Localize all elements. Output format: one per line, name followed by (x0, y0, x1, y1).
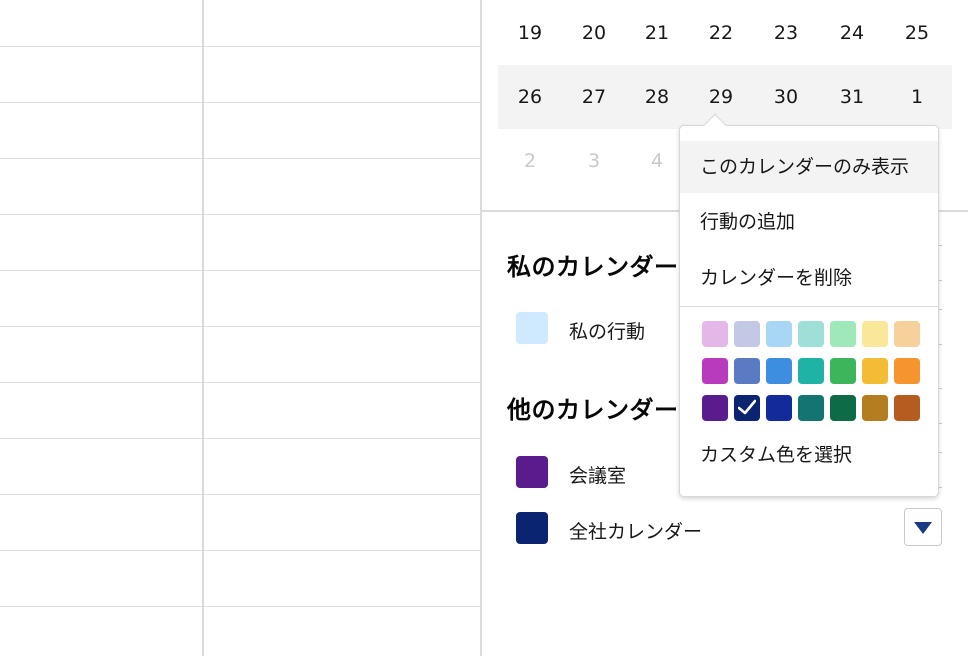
mini-calendar-week-selected: 26 27 28 29 30 31 1 (498, 65, 952, 129)
grid-row-line (0, 606, 482, 607)
grid-row-line (0, 270, 482, 271)
color-swatch[interactable] (862, 321, 888, 347)
calendar-grid[interactable] (0, 0, 482, 656)
calendar-item-label: 会議室 (569, 465, 627, 487)
grid-row-line (0, 46, 482, 47)
mini-calendar-day[interactable]: 22 (689, 1, 753, 65)
menu-item-delete-calendar[interactable]: カレンダーを削除 (680, 252, 938, 304)
menu-item-custom-color[interactable]: カスタム色を選択 (680, 429, 938, 481)
mini-calendar-day[interactable]: 30 (754, 65, 818, 129)
color-swatch[interactable] (862, 395, 888, 421)
calendar-options-dropdown-button[interactable] (904, 508, 942, 546)
color-swatch-selected[interactable] (734, 395, 760, 421)
menu-separator (680, 306, 938, 307)
chevron-down-icon (914, 522, 932, 534)
color-swatch[interactable] (734, 358, 760, 384)
mini-calendar-day[interactable]: 24 (820, 1, 884, 65)
calendar-color-swatch (516, 456, 548, 488)
color-swatch[interactable] (830, 395, 856, 421)
grid-row-line (0, 382, 482, 383)
other-calendars-title: 他のカレンダー (507, 396, 679, 424)
grid-row-line (0, 438, 482, 439)
grid-column-divider (202, 0, 204, 656)
color-swatch[interactable] (830, 321, 856, 347)
color-swatch[interactable] (702, 321, 728, 347)
mini-calendar-day[interactable]: 27 (562, 65, 626, 129)
color-swatch[interactable] (702, 395, 728, 421)
color-swatch[interactable] (798, 321, 824, 347)
color-swatch[interactable] (766, 358, 792, 384)
mini-calendar-day[interactable]: 23 (754, 1, 818, 65)
mini-calendar-day[interactable]: 19 (498, 1, 562, 65)
mini-calendar-day[interactable]: 1 (885, 65, 949, 129)
menu-item-show-only-this-calendar[interactable]: このカレンダーのみ表示 (680, 141, 938, 193)
my-calendars-title: 私のカレンダー (507, 253, 679, 281)
color-swatch[interactable] (894, 358, 920, 384)
mini-calendar-day[interactable]: 21 (625, 1, 689, 65)
color-swatch[interactable] (894, 395, 920, 421)
color-swatch[interactable] (862, 358, 888, 384)
mini-calendar-day[interactable]: 26 (498, 65, 562, 129)
mini-calendar-day[interactable]: 28 (625, 65, 689, 129)
calendar-color-swatch (516, 312, 548, 344)
color-swatch[interactable] (830, 358, 856, 384)
calendar-context-menu: このカレンダーのみ表示 行動の追加 カレンダーを削除 カスタム色を選択 (679, 113, 939, 497)
grid-row-line (0, 326, 482, 327)
color-swatch[interactable] (894, 321, 920, 347)
mini-calendar-day[interactable]: 31 (820, 65, 884, 129)
color-swatch[interactable] (702, 358, 728, 384)
grid-row-line (0, 550, 482, 551)
color-swatch[interactable] (766, 395, 792, 421)
grid-row-line (0, 158, 482, 159)
menu-item-add-event[interactable]: 行動の追加 (680, 196, 938, 248)
mini-calendar-day[interactable]: 25 (885, 1, 949, 65)
mini-calendar-day[interactable]: 3 (562, 129, 626, 193)
color-swatch[interactable] (734, 321, 760, 347)
color-swatch[interactable] (798, 358, 824, 384)
checkmark-icon (738, 399, 756, 415)
grid-row-line (0, 102, 482, 103)
calendar-color-swatch (516, 512, 548, 544)
mini-calendar-week: 19 20 21 22 23 24 25 (498, 1, 952, 65)
calendar-item-company-calendar[interactable]: 全社カレンダー (516, 512, 956, 544)
grid-row-line (0, 494, 482, 495)
grid-row-line (0, 214, 482, 215)
mini-calendar-day[interactable]: 20 (562, 1, 626, 65)
color-swatch[interactable] (798, 395, 824, 421)
grid-pane-divider (480, 0, 482, 656)
mini-calendar-day[interactable]: 2 (498, 129, 562, 193)
color-swatch[interactable] (766, 321, 792, 347)
calendar-item-label: 私の行動 (569, 321, 646, 343)
calendar-item-label: 全社カレンダー (569, 521, 703, 543)
